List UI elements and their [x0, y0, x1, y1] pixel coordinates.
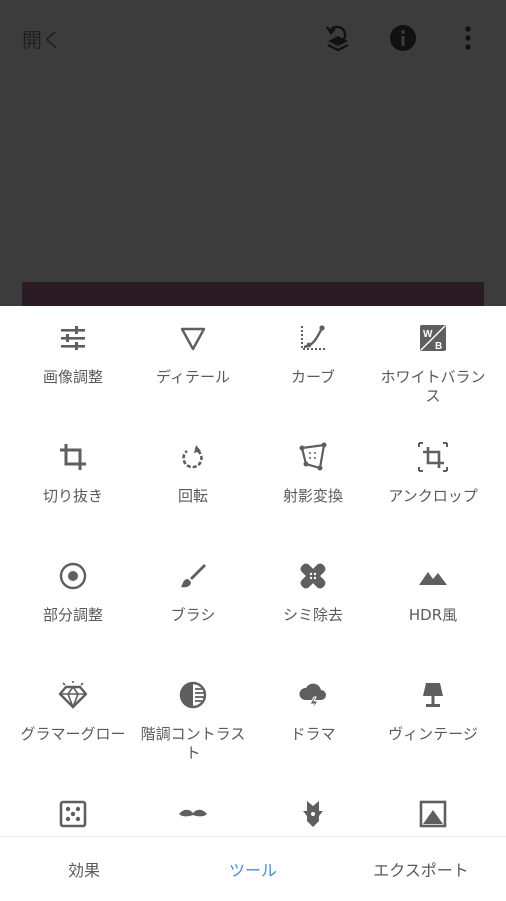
tool-label: 部分調整: [42, 606, 103, 624]
history-layers-icon[interactable]: [322, 22, 354, 54]
tool-label: 画像調整: [42, 368, 103, 386]
tool-label: 階調コントラスト: [140, 725, 246, 762]
mountains-icon: [419, 572, 447, 585]
tab-export[interactable]: エクスポート: [337, 857, 505, 881]
bottom-nav: 効果 ツール エクスポート: [0, 836, 506, 901]
tool-label: 射影変換: [282, 487, 343, 505]
tool-brush[interactable]: ブラシ: [130, 560, 256, 625]
diamond-icon: [58, 681, 88, 710]
tool-expand[interactable]: アンクロップ: [370, 441, 496, 506]
tool-grunge[interactable]: [10, 798, 136, 836]
healing-icon: [300, 563, 326, 589]
white-balance-icon: W B: [420, 325, 446, 352]
tune-icon: [61, 326, 85, 350]
selective-icon: [59, 562, 87, 590]
triangle-down-icon: [180, 327, 206, 351]
tool-label: ディテール: [156, 368, 230, 386]
tool-healing[interactable]: シミ除去: [250, 560, 376, 625]
frame-icon: [419, 800, 447, 828]
tool-label: HDR風: [408, 606, 458, 624]
tool-label: 回転: [177, 487, 208, 505]
svg-text:W: W: [423, 329, 433, 340]
more-icon[interactable]: [452, 22, 484, 54]
tool-details[interactable]: ディテール: [130, 322, 256, 387]
tool-vintage[interactable]: ヴィンテージ: [370, 679, 496, 744]
tool-label: 切り抜き: [42, 487, 103, 505]
tool-label: グラマーグロー: [20, 725, 126, 743]
tool-hdr[interactable]: HDR風: [370, 560, 496, 625]
crop-icon: [60, 444, 86, 470]
tool-white-balance[interactable]: W B ホワイトバランス: [370, 322, 496, 406]
lamp-icon: [423, 683, 443, 707]
tool-noir[interactable]: [130, 798, 256, 836]
tool-rotate[interactable]: 回転: [130, 441, 256, 506]
tool-crop[interactable]: 切り抜き: [10, 441, 136, 506]
rotate-icon: [182, 445, 203, 469]
tool-retrolux[interactable]: [250, 798, 376, 836]
tab-looks[interactable]: 効果: [0, 857, 168, 881]
tool-label: ホワイトバランス: [380, 368, 486, 405]
expand-icon: [418, 442, 448, 472]
tool-label: ドラマ: [290, 725, 336, 743]
perspective-icon: [299, 442, 327, 471]
tonal-contrast-icon: [179, 681, 207, 709]
tool-label: ブラシ: [170, 606, 216, 624]
mustache-icon: [179, 809, 207, 817]
tool-drama[interactable]: ドラマ: [250, 679, 376, 744]
top-bar: 開く: [0, 0, 506, 76]
brush-icon: [181, 564, 206, 588]
tool-label: カーブ: [290, 368, 336, 386]
tool-frames[interactable]: [370, 798, 496, 836]
tool-glamour-glow[interactable]: グラマーグロー: [10, 679, 136, 744]
tool-label: アンクロップ: [388, 487, 478, 505]
tab-tools[interactable]: ツール: [169, 857, 337, 881]
curves-icon: [301, 325, 325, 350]
info-icon[interactable]: [387, 22, 419, 54]
tool-label: ヴィンテージ: [388, 725, 478, 743]
tool-selective[interactable]: 部分調整: [10, 560, 136, 625]
tool-tonal-contrast[interactable]: 階調コントラスト: [130, 679, 256, 763]
tools-panel: 画像調整 ディテール カーブ W B ホワイトバランス 切り抜き 回転 射影変換…: [0, 306, 506, 836]
tool-curves[interactable]: カーブ: [250, 322, 376, 387]
tool-tune-image[interactable]: 画像調整: [10, 322, 136, 387]
tool-perspective[interactable]: 射影変換: [250, 441, 376, 506]
cloud-lightning-icon: [299, 683, 326, 711]
open-button[interactable]: 開く: [22, 24, 62, 53]
guitar-icon: [303, 801, 323, 827]
dice-icon: [59, 800, 87, 828]
tool-label: シミ除去: [282, 606, 343, 624]
svg-text:B: B: [435, 341, 442, 352]
